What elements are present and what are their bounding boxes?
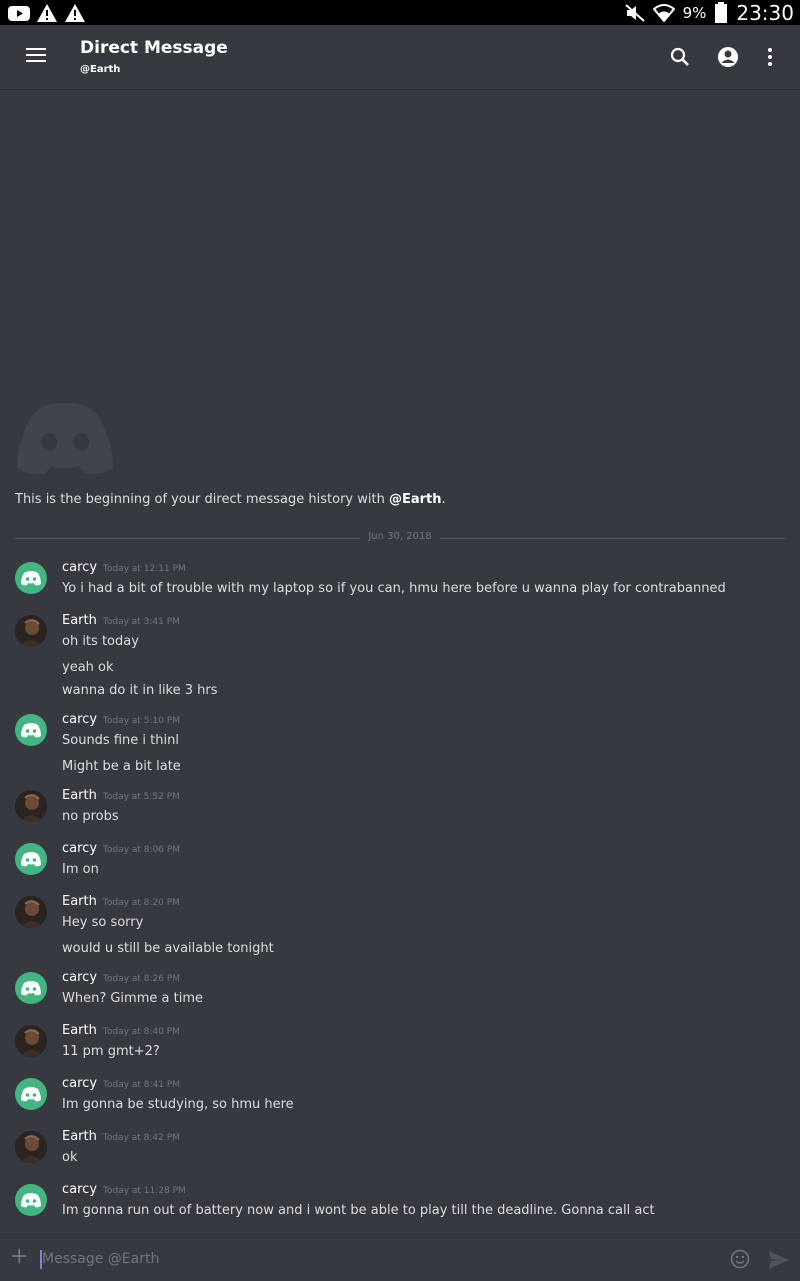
timestamp: Today at 8:26 PM xyxy=(103,974,181,984)
timestamp: Today at 8:41 PM xyxy=(103,1080,181,1090)
author-name[interactable]: Earth xyxy=(62,1129,97,1144)
warning-icon xyxy=(37,4,57,22)
avatar[interactable] xyxy=(15,714,47,746)
message-text: no probs xyxy=(62,809,119,824)
message-text: wanna do it in like 3 hrs xyxy=(62,683,218,698)
author-name[interactable]: carcy xyxy=(62,1182,97,1197)
user-photo-icon xyxy=(15,790,47,822)
author-name[interactable]: carcy xyxy=(62,841,97,856)
timestamp: Today at 11:28 PM xyxy=(103,1186,186,1196)
discord-icon xyxy=(21,852,41,867)
youtube-icon xyxy=(8,5,30,21)
timestamp: Today at 12:11 PM xyxy=(103,564,186,574)
account-icon[interactable] xyxy=(716,45,740,69)
mention: @Earth xyxy=(388,492,442,507)
discord-icon xyxy=(21,723,41,738)
avatar[interactable] xyxy=(15,562,47,594)
message-text: oh its today xyxy=(62,634,139,649)
mute-icon xyxy=(624,3,645,22)
app-bar: Direct Message @Earth xyxy=(0,25,800,89)
wifi-icon xyxy=(652,3,675,22)
user-photo-icon xyxy=(15,1025,47,1057)
author-name[interactable]: carcy xyxy=(62,970,97,985)
more-icon[interactable] xyxy=(758,45,782,69)
author-name[interactable]: Earth xyxy=(62,788,97,803)
message-text: Yo i had a bit of trouble with my laptop… xyxy=(62,581,726,596)
timestamp: Today at 5:52 PM xyxy=(102,792,180,802)
avatar[interactable] xyxy=(15,1184,47,1216)
battery-percent: 9% xyxy=(682,3,707,22)
page-subtitle: @Earth xyxy=(80,64,121,75)
avatar[interactable] xyxy=(15,1078,47,1110)
user-photo-icon xyxy=(15,1131,47,1163)
message-text: Sounds fine i thinl xyxy=(62,733,179,748)
divider-date: Jun 30, 2018 xyxy=(368,531,432,542)
message-text: ok xyxy=(62,1150,78,1165)
message-input[interactable]: Message @Earth xyxy=(42,1251,159,1267)
avatar[interactable] xyxy=(15,615,47,647)
timestamp: Today at 8:40 PM xyxy=(102,1027,180,1037)
message-text: Im gonna run out of battery now and i wo… xyxy=(62,1203,655,1218)
clock: 23:30 xyxy=(736,0,794,25)
send-icon[interactable] xyxy=(768,1250,790,1270)
discord-icon xyxy=(21,1087,41,1102)
status-bar: 9% 23:30 xyxy=(0,0,800,25)
message-text: Im gonna be studying, so hmu here xyxy=(62,1097,294,1112)
timestamp: Today at 3:41 PM xyxy=(102,617,180,627)
author-name[interactable]: carcy xyxy=(62,1076,97,1091)
search-icon[interactable] xyxy=(668,45,692,69)
timestamp: Today at 8:42 PM xyxy=(102,1133,180,1143)
message-composer: + Message @Earth xyxy=(0,1237,800,1281)
author-name[interactable]: carcy xyxy=(62,560,97,575)
avatar[interactable] xyxy=(15,790,47,822)
message-text: Hey so sorry xyxy=(62,915,144,930)
discord-logo-icon xyxy=(17,402,113,475)
user-photo-icon xyxy=(15,896,47,928)
welcome-text: This is the beginning of your direct mes… xyxy=(15,492,446,507)
author-name[interactable]: carcy xyxy=(62,712,97,727)
emoji-icon[interactable] xyxy=(730,1249,750,1269)
avatar[interactable] xyxy=(15,972,47,1004)
author-name[interactable]: Earth xyxy=(62,613,97,628)
message-text: When? Gimme a time xyxy=(62,991,203,1006)
message-text: 11 pm gmt+2? xyxy=(62,1044,160,1059)
avatar[interactable] xyxy=(15,1025,47,1057)
author-name[interactable]: Earth xyxy=(62,894,97,909)
page-title: Direct Message xyxy=(80,38,228,58)
user-photo-icon xyxy=(15,615,47,647)
menu-icon[interactable] xyxy=(26,48,46,64)
battery-icon xyxy=(715,1,728,23)
timestamp: Today at 5:10 PM xyxy=(103,716,181,726)
avatar[interactable] xyxy=(15,1131,47,1163)
avatar[interactable] xyxy=(15,896,47,928)
date-divider: Jun 30, 2018 xyxy=(15,531,785,542)
avatar[interactable] xyxy=(15,843,47,875)
message-text: Im on xyxy=(62,862,99,877)
timestamp: Today at 8:06 PM xyxy=(103,845,181,855)
author-name[interactable]: Earth xyxy=(62,1023,97,1038)
message-text: would u still be available tonight xyxy=(62,941,274,956)
discord-icon xyxy=(21,981,41,996)
warning-icon xyxy=(65,4,85,22)
message-text: yeah ok xyxy=(62,660,114,675)
timestamp: Today at 8:20 PM xyxy=(102,898,180,908)
plus-icon[interactable]: + xyxy=(10,1246,28,1268)
discord-icon xyxy=(21,1193,41,1208)
message-text: Might be a bit late xyxy=(62,759,181,774)
discord-icon xyxy=(21,571,41,586)
